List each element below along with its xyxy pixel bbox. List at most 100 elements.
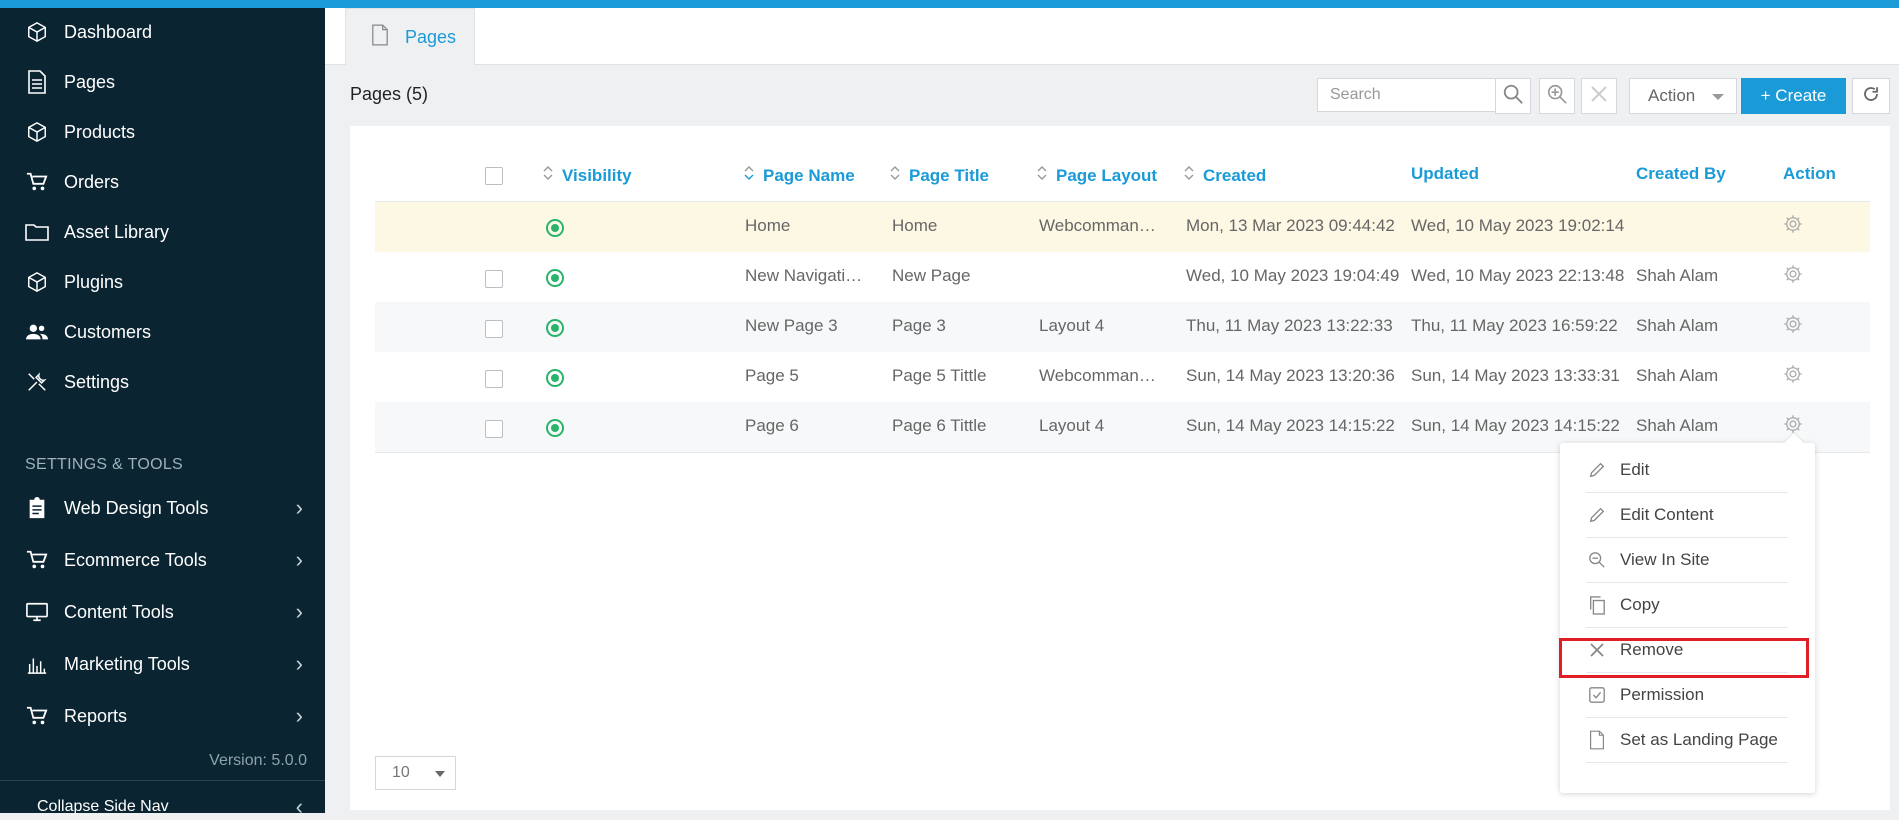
page-size-select[interactable]: 10 bbox=[375, 756, 456, 790]
sidebar-item-label: Plugins bbox=[64, 271, 124, 292]
top-accent-bar bbox=[0, 0, 1899, 8]
column-label: Visibility bbox=[562, 165, 632, 185]
row-checkbox[interactable] bbox=[485, 270, 503, 288]
sidebar-item-content-tools[interactable]: Content Tools › bbox=[0, 592, 325, 632]
cell-page-layout: Layout 4 bbox=[1039, 316, 1105, 335]
chevron-left-icon[interactable]: ‹ bbox=[296, 794, 303, 820]
create-button[interactable]: + Create bbox=[1741, 78, 1846, 114]
tab-pages[interactable]: Pages bbox=[345, 8, 475, 65]
column-header-created[interactable]: Created bbox=[1183, 164, 1266, 187]
visible-status-icon bbox=[546, 369, 564, 387]
column-header-visibility[interactable]: Visibility bbox=[542, 164, 632, 187]
cell-created: Mon, 13 Mar 2023 09:44:42 bbox=[1186, 216, 1395, 235]
menu-item-label: View In Site bbox=[1620, 550, 1710, 569]
column-header-action: Action bbox=[1783, 164, 1836, 184]
version-label: Version: 5.0.0 bbox=[209, 752, 307, 769]
sidebar-item-label: Settings bbox=[64, 371, 130, 392]
page-count-title: Pages (5) bbox=[350, 84, 429, 104]
chevron-right-icon: › bbox=[295, 599, 303, 624]
visible-status-icon bbox=[546, 219, 564, 237]
caret-down-icon bbox=[1712, 94, 1724, 100]
cell-updated: Wed, 10 May 2023 19:02:14 bbox=[1411, 216, 1625, 235]
chart-icon bbox=[24, 651, 50, 677]
sidebar-item-web-design-tools[interactable]: Web Design Tools › bbox=[0, 488, 325, 528]
menu-item-label: Edit bbox=[1620, 460, 1650, 479]
cell-page-title: New Page bbox=[892, 266, 971, 285]
search-icon bbox=[1502, 83, 1524, 110]
sidebar-item-pages[interactable]: Pages bbox=[0, 62, 325, 102]
gear-icon[interactable] bbox=[1783, 264, 1803, 289]
menu-item-label: Remove bbox=[1620, 640, 1684, 659]
collapse-side-nav-button[interactable]: Collapse Side Nav bbox=[37, 798, 169, 816]
sidebar-item-orders[interactable]: Orders bbox=[0, 162, 325, 202]
menu-item-view-in-site[interactable]: View In Site bbox=[1586, 538, 1788, 583]
sidebar-item-asset-library[interactable]: Asset Library bbox=[0, 212, 325, 252]
column-header-created-by[interactable]: Created By bbox=[1636, 164, 1726, 184]
pencil-icon bbox=[1586, 461, 1608, 479]
advanced-search-button[interactable] bbox=[1539, 78, 1575, 114]
menu-item-set-as-landing-page[interactable]: Set as Landing Page bbox=[1586, 718, 1788, 763]
sidebar-item-marketing-tools[interactable]: Marketing Tools › bbox=[0, 644, 325, 684]
row-checkbox[interactable] bbox=[485, 320, 503, 338]
menu-item-copy[interactable]: Copy bbox=[1586, 583, 1788, 628]
cell-updated: Sun, 14 May 2023 14:15:22 bbox=[1411, 416, 1620, 435]
gear-icon[interactable] bbox=[1783, 364, 1803, 389]
gear-icon[interactable] bbox=[1783, 214, 1803, 239]
clipboard-icon bbox=[24, 495, 50, 521]
sidebar-item-reports[interactable]: Reports › bbox=[0, 696, 325, 736]
sidebar-item-label: Reports bbox=[64, 705, 128, 726]
sidebar-item-dashboard[interactable]: Dashboard bbox=[0, 12, 325, 52]
row-checkbox[interactable] bbox=[485, 370, 503, 388]
cart-icon bbox=[24, 547, 50, 573]
sort-icon bbox=[542, 164, 554, 187]
cell-created-by: Shah Alam bbox=[1636, 366, 1719, 385]
sidebar-item-ecommerce-tools[interactable]: Ecommerce Tools › bbox=[0, 540, 325, 580]
cell-page-name: Page 5 bbox=[745, 366, 799, 385]
column-header-updated[interactable]: Updated bbox=[1411, 164, 1479, 184]
action-dropdown[interactable]: Action bbox=[1629, 78, 1737, 114]
cart-icon bbox=[24, 169, 50, 195]
sidebar-item-customers[interactable]: Customers bbox=[0, 312, 325, 352]
sidebar-item-label: Web Design Tools bbox=[64, 497, 209, 518]
menu-item-edit-content[interactable]: Edit Content bbox=[1586, 493, 1788, 538]
column-header-page-title[interactable]: Page Title bbox=[889, 164, 989, 187]
column-header-page-layout[interactable]: Page Layout bbox=[1036, 164, 1157, 187]
menu-item-edit[interactable]: Edit bbox=[1586, 448, 1788, 493]
sidebar-item-products[interactable]: Products bbox=[0, 112, 325, 152]
sidebar: Dashboard Pages Products Orders Asset Li… bbox=[0, 8, 325, 819]
row-checkbox[interactable] bbox=[485, 420, 503, 438]
cell-created: Sun, 14 May 2023 13:20:36 bbox=[1186, 366, 1395, 385]
sidebar-item-settings[interactable]: Settings bbox=[0, 362, 325, 402]
menu-item-label: Copy bbox=[1620, 595, 1660, 614]
refresh-button[interactable] bbox=[1852, 78, 1890, 114]
menu-item-label: Edit Content bbox=[1620, 505, 1714, 524]
cell-page-title: Page 5 Tittle bbox=[892, 366, 987, 385]
cell-created-by: Shah Alam bbox=[1636, 316, 1719, 335]
column-label: Page Title bbox=[909, 165, 989, 185]
cell-updated: Wed, 10 May 2023 22:13:48 bbox=[1411, 266, 1625, 285]
sidebar-item-label: Products bbox=[64, 121, 136, 142]
select-all-checkbox[interactable] bbox=[485, 167, 503, 185]
sidebar-section-title: SETTINGS & TOOLS bbox=[25, 456, 184, 473]
search-doc-icon bbox=[1586, 551, 1608, 569]
menu-item-remove[interactable]: Remove bbox=[1586, 628, 1788, 673]
cell-page-title: Page 6 Tittle bbox=[892, 416, 987, 435]
gear-icon[interactable] bbox=[1783, 314, 1803, 339]
cell-updated: Sun, 14 May 2023 13:33:31 bbox=[1411, 366, 1620, 385]
sort-icon bbox=[1183, 164, 1195, 187]
page-size-value: 10 bbox=[392, 764, 410, 781]
sidebar-divider bbox=[0, 780, 325, 781]
search-input[interactable] bbox=[1317, 78, 1495, 112]
folder-icon bbox=[24, 219, 50, 245]
cell-created-by: Shah Alam bbox=[1636, 416, 1719, 435]
cart-icon bbox=[24, 703, 50, 729]
sidebar-item-plugins[interactable]: Plugins bbox=[0, 262, 325, 302]
copy-icon bbox=[1586, 595, 1608, 615]
column-header-page-name[interactable]: Page Name bbox=[743, 164, 855, 187]
clear-search-button[interactable] bbox=[1581, 78, 1617, 114]
cell-page-name: New Navigati… bbox=[745, 266, 863, 285]
chevron-right-icon: › bbox=[295, 703, 303, 728]
search-button[interactable] bbox=[1495, 78, 1531, 114]
sidebar-item-label: Customers bbox=[64, 321, 152, 342]
menu-item-permission[interactable]: Permission bbox=[1586, 673, 1788, 718]
